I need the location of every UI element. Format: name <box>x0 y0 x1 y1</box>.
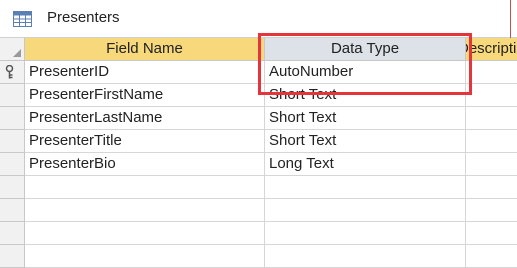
corner-triangle-icon <box>13 49 21 57</box>
empty-row[interactable] <box>0 222 517 245</box>
table-icon <box>13 11 32 27</box>
data-type-cell[interactable]: Short Text <box>265 130 466 153</box>
description-cell[interactable] <box>466 107 517 130</box>
description-cell[interactable] <box>466 84 517 107</box>
primary-key-icon <box>5 65 14 79</box>
column-header-field-name[interactable]: Field Name <box>25 38 265 60</box>
row-selector[interactable] <box>0 222 25 245</box>
row-selector[interactable] <box>0 84 25 107</box>
description-cell[interactable] <box>466 61 517 84</box>
field-name-cell[interactable]: PresenterLastName <box>25 107 265 130</box>
data-type-cell[interactable]: Short Text <box>265 107 466 130</box>
table-row[interactable]: PresenterLastName Short Text <box>0 107 517 130</box>
tab-title: Presenters <box>47 9 120 26</box>
description-cell[interactable] <box>466 222 517 245</box>
object-tab[interactable]: Presenters <box>0 0 517 38</box>
description-cell[interactable] <box>466 176 517 199</box>
table-row[interactable]: PresenterID AutoNumber <box>0 61 517 84</box>
description-cell[interactable] <box>466 130 517 153</box>
field-name-cell[interactable]: PresenterFirstName <box>25 84 265 107</box>
row-selector[interactable] <box>0 107 25 130</box>
row-selector[interactable] <box>0 176 25 199</box>
data-type-cell[interactable]: AutoNumber <box>265 61 466 84</box>
row-selector[interactable] <box>0 199 25 222</box>
data-type-cell[interactable] <box>265 176 466 199</box>
description-cell[interactable] <box>466 153 517 176</box>
row-selector[interactable] <box>0 153 25 176</box>
field-name-cell[interactable]: PresenterID <box>25 61 265 84</box>
table-row[interactable]: PresenterTitle Short Text <box>0 130 517 153</box>
field-name-cell[interactable] <box>25 222 265 245</box>
data-type-cell[interactable]: Short Text <box>265 84 466 107</box>
field-name-cell[interactable] <box>25 199 265 222</box>
table-row[interactable]: PresenterFirstName Short Text <box>0 84 517 107</box>
data-type-cell[interactable] <box>265 222 466 245</box>
select-all-corner[interactable] <box>0 38 25 61</box>
column-header-description[interactable]: Description <box>466 38 517 60</box>
field-name-cell[interactable]: PresenterBio <box>25 153 265 176</box>
description-cell[interactable] <box>466 199 517 222</box>
data-type-cell[interactable]: Long Text <box>265 153 466 176</box>
row-selector[interactable] <box>0 130 25 153</box>
table-design-grid: Field Name Data Type Description Present… <box>0 38 517 268</box>
tab-divider <box>510 0 511 38</box>
field-name-cell[interactable]: PresenterTitle <box>25 130 265 153</box>
row-selector[interactable] <box>0 61 25 84</box>
data-type-cell[interactable] <box>265 199 466 222</box>
empty-row[interactable] <box>0 176 517 199</box>
field-name-cell[interactable] <box>25 176 265 199</box>
column-header-row: Field Name Data Type Description <box>25 38 517 61</box>
column-header-data-type[interactable]: Data Type <box>265 38 466 60</box>
table-row[interactable]: PresenterBio Long Text <box>0 153 517 176</box>
empty-row[interactable] <box>0 199 517 222</box>
